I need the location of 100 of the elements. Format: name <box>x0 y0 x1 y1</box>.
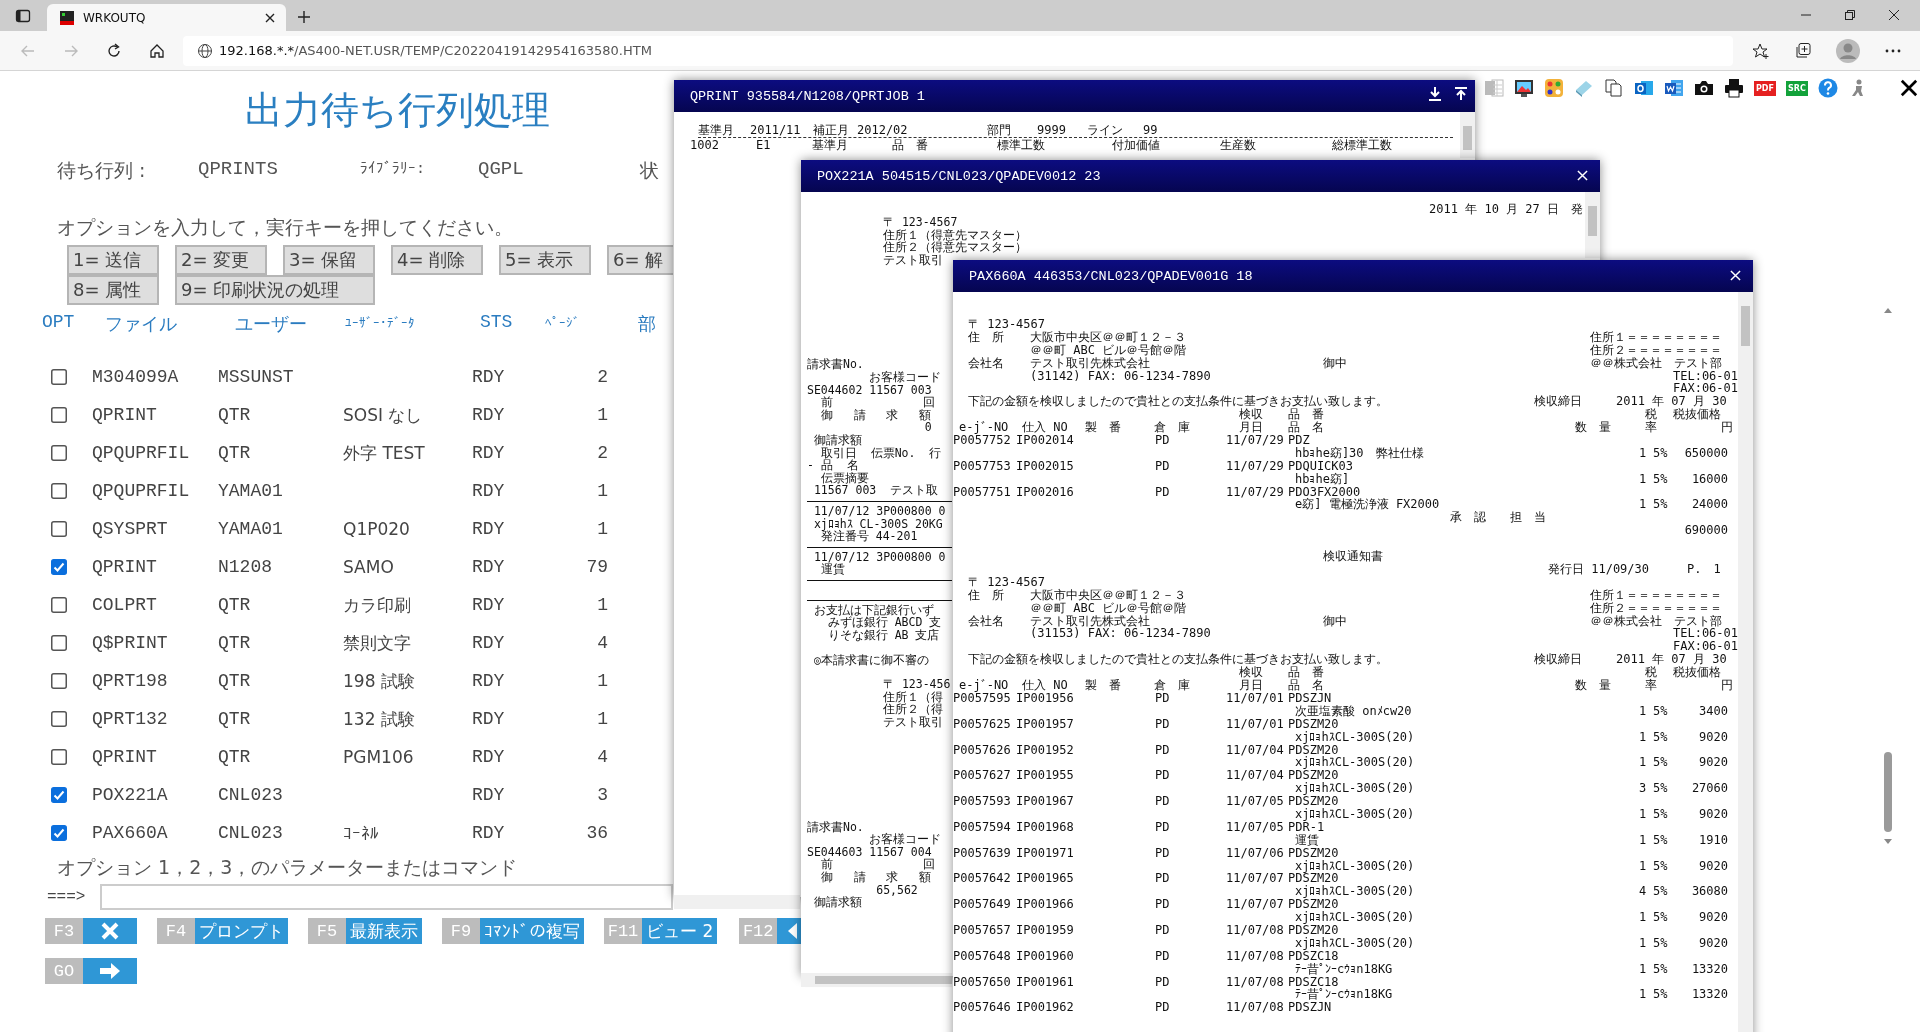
order-number: P0057627 <box>953 769 1011 783</box>
favorites-icon[interactable] <box>1752 42 1770 60</box>
item-name: xjﾛｮhｽCL-300S(20) <box>1295 756 1415 770</box>
row-checkbox[interactable] <box>51 749 67 765</box>
column-header: 品 番 <box>1288 408 1324 422</box>
column-header: 税抜価格 <box>1673 408 1721 422</box>
scroll-up-icon[interactable] <box>1882 306 1893 314</box>
command-field[interactable] <box>100 884 673 910</box>
item-name: ﾃｰ昔ﾟﾝｰcｳｮn18KG <box>1295 988 1393 1002</box>
more-icon[interactable] <box>1884 48 1902 54</box>
issue-date: 発行日 11/09/30 <box>1548 563 1650 576</box>
company-label: 会社名 <box>968 356 1004 370</box>
scrollbar[interactable] <box>1738 292 1753 1032</box>
warehouse-code: PD <box>1155 434 1170 447</box>
upload-icon[interactable] <box>1453 86 1469 102</box>
pages-cell: 2 <box>597 443 608 463</box>
download-icon[interactable] <box>1427 86 1443 102</box>
scroll-down-icon[interactable] <box>1882 838 1893 846</box>
option-button[interactable]: 8= 属性 <box>67 275 159 305</box>
item-code: PDR-1 <box>1288 820 1325 834</box>
report-text: 取引日 伝票No. 行 <box>820 445 942 460</box>
tab-actions-icon[interactable] <box>15 8 31 24</box>
column-header: 税 <box>1645 666 1657 680</box>
mail-app-icon[interactable] <box>1634 78 1654 98</box>
report-text: 1002 <box>690 139 719 152</box>
file-cell-text: QPQUPRFIL <box>92 443 191 463</box>
scrollbar[interactable] <box>801 973 952 987</box>
column-header: 率 <box>1645 421 1657 435</box>
row-checkbox[interactable] <box>51 787 67 803</box>
scrollbar[interactable] <box>674 895 800 909</box>
purchase-number: IP001965 <box>1016 872 1074 886</box>
report-text: 2012/02 <box>857 124 908 137</box>
report-text: りそな銀行 AB 支店 <box>826 628 940 643</box>
row-checkbox[interactable] <box>51 635 67 651</box>
address-text: 大阪市中央区＠＠町１２－３ <box>1030 588 1186 602</box>
order-number: P0057593 <box>953 795 1011 808</box>
report-text: お支払は下記銀行いず <box>812 602 934 617</box>
collections-icon[interactable] <box>1794 42 1812 60</box>
sender-text: FAX:06-01 <box>1673 640 1739 654</box>
option-button[interactable]: 1= 送信 <box>67 245 159 275</box>
option-button[interactable]: 2= 変更 <box>175 245 267 275</box>
row-checkbox[interactable] <box>51 597 67 613</box>
item-name: xjﾛｮhｽCL-300S(20) <box>1295 730 1415 744</box>
row-checkbox[interactable] <box>51 407 67 423</box>
address-text: 大阪市中央区＠＠町１２－３ <box>1030 330 1186 344</box>
copy-icon[interactable] <box>1604 78 1624 98</box>
row-checkbox[interactable] <box>51 483 67 499</box>
home-icon[interactable] <box>149 42 165 59</box>
close-tab-icon[interactable] <box>264 11 276 24</box>
report-text: 65,562 <box>875 882 918 897</box>
column-header: 倉 庫 <box>1154 679 1190 692</box>
close-icon[interactable] <box>1899 79 1918 97</box>
option-button[interactable]: 4= 削除 <box>391 245 483 275</box>
row-checkbox[interactable] <box>51 673 67 689</box>
option-button[interactable]: 3= 保留 <box>283 245 375 275</box>
scrollbar[interactable] <box>1585 192 1600 258</box>
warehouse-code: PD <box>1155 743 1170 757</box>
pages-cell: 4 <box>597 747 608 767</box>
scrollbar-thumb[interactable] <box>1883 752 1892 832</box>
sender-text: ＠＠株式会社 テスト部 <box>1590 614 1722 628</box>
address-field[interactable]: 192.168.*.*/AS400-NET.USR/TEMP/C20220419142954163580.HTM <box>183 35 1733 66</box>
user-cell-text: YAMA01 <box>218 519 284 539</box>
option-button[interactable]: 9= 印刷状況の処理 <box>175 275 375 305</box>
item-name: ﾃｰ昔ﾟﾝｰcｳｮn18KG <box>1295 962 1393 976</box>
help-icon[interactable] <box>1817 78 1838 98</box>
report-text: テスト取引 <box>883 252 943 267</box>
report-title: 検収通知書 <box>1323 550 1383 564</box>
printer-icon[interactable] <box>1724 78 1744 98</box>
item-code: PDSZM20 <box>1288 795 1339 808</box>
palette-icon[interactable] <box>1544 78 1564 98</box>
row-checkbox[interactable] <box>51 369 67 385</box>
row-checkbox[interactable] <box>51 559 67 575</box>
user-data-cell: 外字 TEST <box>343 442 425 463</box>
row-checkbox[interactable] <box>51 521 67 537</box>
quantity: 1 <box>1639 962 1647 976</box>
item-code: PDZ <box>1288 434 1310 447</box>
option-button[interactable]: 6= 解 <box>607 245 673 275</box>
row-checkbox[interactable] <box>51 445 67 461</box>
amount: 9020 <box>1699 859 1728 873</box>
address-text: ＠＠町 ABC ビル＠号館＠階 <box>1030 601 1187 615</box>
row-checkbox[interactable] <box>51 711 67 727</box>
warehouse-code: PD <box>1155 717 1170 731</box>
pdf-button[interactable]: PDF <box>1754 80 1776 96</box>
option-button[interactable]: 5= 表示 <box>499 245 591 275</box>
report-text: 御請求額 <box>812 895 862 910</box>
file-cell-text: QPRT198 <box>92 671 169 691</box>
scrollbar[interactable] <box>1460 112 1475 158</box>
tax-rate: 5% <box>1653 911 1668 924</box>
image-icon[interactable] <box>1514 78 1534 98</box>
reload-icon[interactable] <box>106 42 122 59</box>
browser-tab[interactable]: WRKOUTQ <box>47 4 286 31</box>
globe-icon <box>197 42 213 59</box>
tax-rate: 5% <box>1653 446 1668 460</box>
camera-icon[interactable] <box>1694 78 1714 98</box>
row-checkbox[interactable] <box>51 825 67 841</box>
profile-avatar-icon[interactable] <box>1836 39 1860 63</box>
close-icon[interactable] <box>1888 9 1900 21</box>
document-app-icon[interactable] <box>1664 78 1684 98</box>
new-tab-icon[interactable] <box>297 10 311 24</box>
restore-icon[interactable] <box>1844 9 1856 21</box>
